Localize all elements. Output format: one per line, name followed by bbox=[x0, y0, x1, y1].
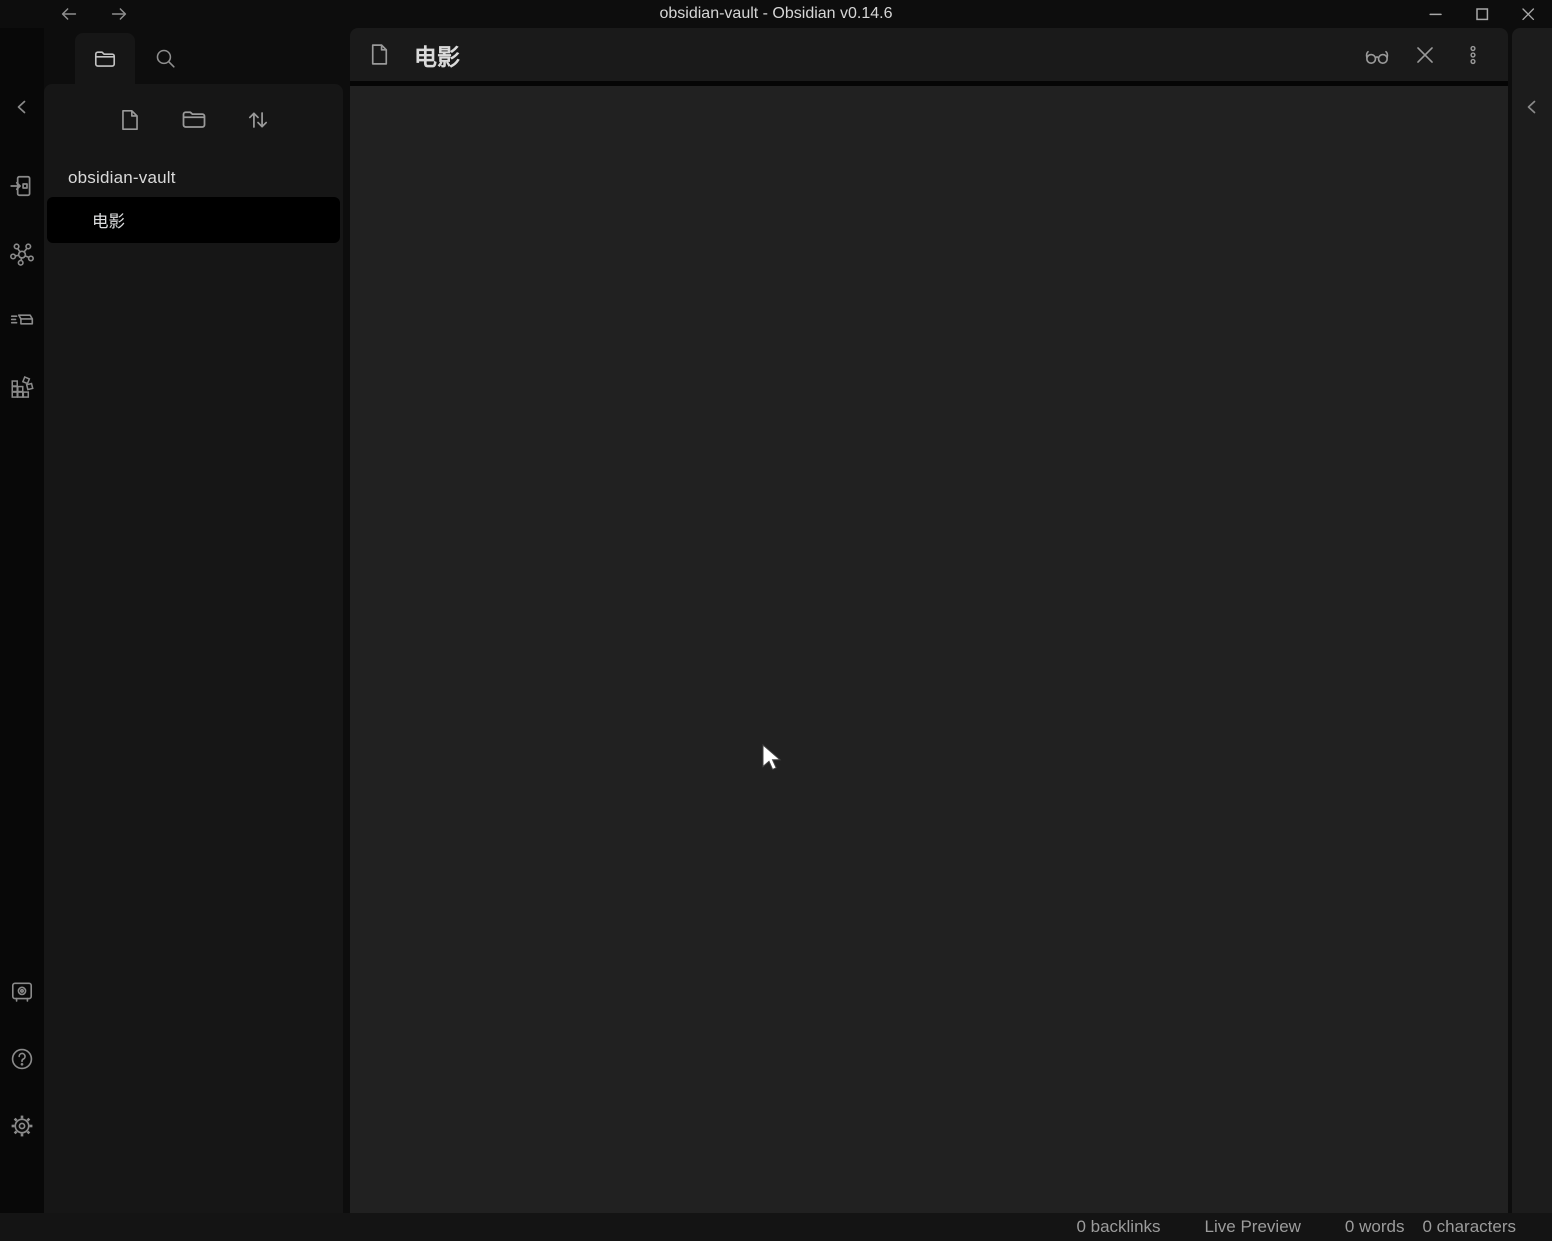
gear-icon bbox=[9, 1113, 35, 1139]
new-note-button[interactable] bbox=[116, 106, 144, 134]
editor-content[interactable] bbox=[350, 86, 1508, 1213]
maximize-icon bbox=[1472, 4, 1492, 24]
new-note-icon bbox=[117, 107, 143, 133]
status-word-count: 0 words bbox=[1345, 1217, 1405, 1237]
obsidian-window: obsidian-vault - Obsidian v0.14.6 bbox=[0, 0, 1552, 1241]
navigate-forward-button[interactable] bbox=[106, 3, 132, 25]
open-another-vault-button[interactable] bbox=[9, 979, 35, 1005]
vault-name[interactable]: obsidian-vault bbox=[44, 168, 343, 188]
tab-search[interactable] bbox=[135, 33, 195, 84]
window-title: obsidian-vault - Obsidian v0.14.6 bbox=[0, 5, 1552, 23]
sidebar-tab-bar bbox=[44, 28, 343, 84]
close-window-button[interactable] bbox=[1516, 3, 1540, 25]
question-mark-icon bbox=[9, 1046, 35, 1072]
collapse-left-sidebar-button[interactable] bbox=[9, 94, 35, 120]
file-explorer-pane: obsidian-vault 电影 bbox=[44, 84, 343, 1213]
file-explorer-actions bbox=[44, 84, 343, 134]
status-bar: 0 backlinks Live Preview 0 words 0 chara… bbox=[0, 1213, 1552, 1241]
editor-tab-title: 电影 bbox=[414, 38, 460, 72]
maximize-button[interactable] bbox=[1470, 3, 1494, 25]
vertical-dots-icon bbox=[1461, 42, 1485, 68]
editor-pane: 电影 bbox=[350, 28, 1508, 1213]
minimize-button[interactable] bbox=[1424, 3, 1448, 25]
tab-file-explorer[interactable] bbox=[75, 33, 135, 84]
quick-switcher-button[interactable] bbox=[9, 173, 35, 199]
editor-header: 电影 bbox=[350, 28, 1508, 81]
new-folder-button[interactable] bbox=[180, 106, 208, 134]
status-character-count: 0 characters bbox=[1422, 1217, 1516, 1237]
reading-mode-button[interactable] bbox=[1362, 40, 1392, 70]
folder-icon bbox=[92, 46, 118, 72]
chevron-left-icon bbox=[1520, 95, 1544, 119]
glasses-icon bbox=[1363, 41, 1391, 69]
status-backlinks[interactable]: 0 backlinks bbox=[1076, 1217, 1160, 1237]
graph-icon bbox=[9, 240, 35, 266]
close-icon bbox=[1412, 42, 1438, 68]
left-ribbon bbox=[0, 28, 44, 1213]
more-options-button[interactable] bbox=[1458, 40, 1488, 70]
vault-icon bbox=[9, 979, 35, 1005]
file-item-label: 电影 bbox=[92, 208, 125, 232]
close-tab-button[interactable] bbox=[1410, 40, 1440, 70]
settings-button[interactable] bbox=[9, 1113, 35, 1139]
presentation-button[interactable] bbox=[9, 307, 35, 333]
file-item-active[interactable]: 电影 bbox=[47, 197, 340, 243]
minimize-icon bbox=[1426, 4, 1446, 24]
close-icon bbox=[1518, 4, 1538, 24]
go-to-file-icon bbox=[9, 173, 35, 199]
navigate-back-button[interactable] bbox=[56, 3, 82, 25]
titlebar: obsidian-vault - Obsidian v0.14.6 bbox=[0, 0, 1552, 28]
new-folder-icon bbox=[180, 106, 208, 134]
expand-right-sidebar-button[interactable] bbox=[1519, 94, 1545, 120]
help-button[interactable] bbox=[9, 1046, 35, 1072]
sort-order-button[interactable] bbox=[244, 106, 272, 134]
blocks-icon bbox=[9, 374, 35, 400]
back-arrow-icon bbox=[58, 3, 80, 25]
chevron-left-icon bbox=[10, 95, 34, 119]
left-sidebar: obsidian-vault 电影 bbox=[44, 28, 343, 1213]
document-icon bbox=[367, 41, 392, 68]
graph-view-button[interactable] bbox=[9, 240, 35, 266]
slides-icon bbox=[9, 307, 35, 333]
random-note-button[interactable] bbox=[9, 374, 35, 400]
right-sidebar-collapsed bbox=[1512, 28, 1552, 1213]
sort-arrows-icon bbox=[244, 106, 272, 134]
forward-arrow-icon bbox=[108, 3, 130, 25]
search-icon bbox=[153, 46, 178, 71]
status-editor-mode[interactable]: Live Preview bbox=[1205, 1217, 1301, 1237]
